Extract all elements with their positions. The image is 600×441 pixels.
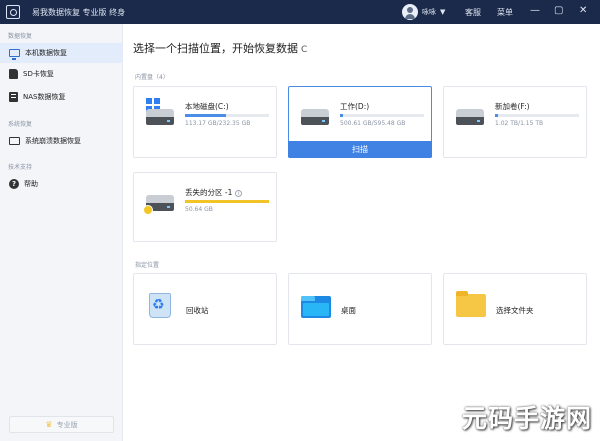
drive-usage-fill (340, 114, 344, 117)
folder-icon (456, 291, 486, 317)
drive-size: 113.17 GB/232.35 GB (185, 120, 251, 127)
crown-icon: ♛ (45, 420, 53, 429)
chevron-down-icon: ▼ (440, 8, 446, 16)
main-content: 选择一个扫描位置，开始恢复数据 C 内置盘（4） 本地磁盘(C:) 113.17 … (124, 24, 600, 441)
info-icon[interactable]: i (235, 190, 243, 197)
drive-name: 本地磁盘(C:) (185, 102, 229, 111)
drive-name: 工作(D:) (340, 102, 370, 111)
sidebar-item-help[interactable]: ? 帮助 (0, 174, 123, 194)
watermark: 元码手游网 (461, 404, 592, 433)
drive-card-lost-partition[interactable]: 丢失的分区 -1 i 50.64 GB (133, 172, 277, 242)
close-icon[interactable]: ✕ (579, 5, 587, 17)
location-label: 回收站 (186, 306, 209, 315)
drive-size: 1.02 TB/1.15 TB (495, 120, 544, 127)
sd-card-icon (9, 69, 18, 79)
drive-size: 50.64 GB (185, 206, 213, 213)
app-title: 易我数据恢复 专业版 终身 (32, 8, 126, 17)
sidebar: 数据恢复 本机数据恢复 SD卡恢复 NAS数据恢复 系统恢复 系统崩溃数据恢复 … (0, 24, 123, 441)
maximize-icon[interactable]: ▢ (554, 5, 563, 17)
hard-drive-icon (456, 109, 484, 125)
drive-usage-bar (495, 114, 579, 117)
drive-usage-fill (185, 114, 227, 117)
location-card-select-folder[interactable]: 选择文件夹 (443, 273, 587, 345)
locations-section-label: 指定位置 (135, 262, 160, 269)
sidebar-item-system-crash[interactable]: 系统崩溃数据恢复 (0, 131, 123, 151)
sidebar-item-label: SD卡恢复 (23, 70, 54, 78)
drive-usage-fill (185, 200, 269, 203)
support-link[interactable]: 客服 (465, 7, 481, 18)
location-label: 选择文件夹 (496, 306, 534, 315)
page-title-text: 选择一个扫描位置，开始恢复数据 (133, 42, 298, 55)
sidebar-item-label: NAS数据恢复 (23, 93, 66, 101)
drive-card-c[interactable]: 本地磁盘(C:) 113.17 GB/232.35 GB (133, 86, 277, 158)
page-title: 选择一个扫描位置，开始恢复数据 C (133, 40, 307, 56)
menu-link[interactable]: 菜单 (497, 7, 513, 18)
pro-edition-button[interactable]: ♛ 专业版 (9, 416, 114, 433)
user-avatar-icon (402, 4, 418, 20)
scan-button[interactable]: 扫描 (288, 141, 432, 158)
minimize-icon[interactable]: — (530, 5, 540, 17)
user-menu[interactable]: 咏咏 ▼ (402, 4, 445, 20)
lost-partition-icon (143, 205, 153, 215)
location-card-desktop[interactable]: 桌面 (288, 273, 432, 345)
sidebar-item-label: 帮助 (24, 180, 38, 188)
desktop-icon (301, 296, 331, 318)
drive-name: 丢失的分区 -1 i (185, 187, 243, 198)
location-label: 桌面 (341, 306, 356, 315)
help-icon: ? (9, 179, 19, 189)
user-name: 咏咏 (422, 8, 436, 16)
drive-size: 500.61 GB/595.48 GB (340, 120, 406, 127)
drive-usage-bar (185, 114, 269, 117)
sidebar-item-sd-recovery[interactable]: SD卡恢复 (0, 64, 123, 84)
hard-drive-icon (301, 109, 329, 125)
drive-card-d[interactable]: 工作(D:) 500.61 GB/595.48 GB 扫描 (288, 86, 432, 158)
monitor-icon (9, 49, 20, 60)
drive-card-f[interactable]: 新加卷(F:) 1.02 TB/1.15 TB (443, 86, 587, 158)
hard-drive-icon (146, 109, 174, 125)
drive-usage-fill (495, 114, 499, 117)
refresh-icon[interactable]: C (301, 45, 307, 55)
app-logo-icon (6, 5, 20, 19)
drives-section-label: 内置盘（4） (135, 74, 169, 81)
group-label-support: 技术支持 (8, 164, 33, 171)
pro-edition-label: 专业版 (56, 420, 78, 429)
drive-usage-bar (340, 114, 424, 117)
group-label-system-recovery: 系统恢复 (8, 121, 33, 128)
sidebar-item-local-recovery[interactable]: 本机数据恢复 (0, 43, 123, 63)
sidebar-item-nas-recovery[interactable]: NAS数据恢复 (0, 87, 123, 107)
drive-usage-bar (185, 200, 269, 203)
nas-icon (9, 92, 18, 102)
sidebar-item-label: 本机数据恢复 (25, 49, 67, 57)
group-label-data-recovery: 数据恢复 (8, 33, 33, 40)
recycle-bin-icon (149, 293, 171, 318)
sidebar-item-label: 系统崩溃数据恢复 (25, 137, 81, 145)
title-bar: 易我数据恢复 专业版 终身 咏咏 ▼ 客服 菜单 — ▢ ✕ (0, 0, 600, 24)
monitor-crash-icon (9, 137, 20, 145)
drive-name: 新加卷(F:) (495, 102, 530, 111)
location-card-recycle-bin[interactable]: 回收站 (133, 273, 277, 345)
drive-name-text: 丢失的分区 -1 (185, 188, 233, 197)
